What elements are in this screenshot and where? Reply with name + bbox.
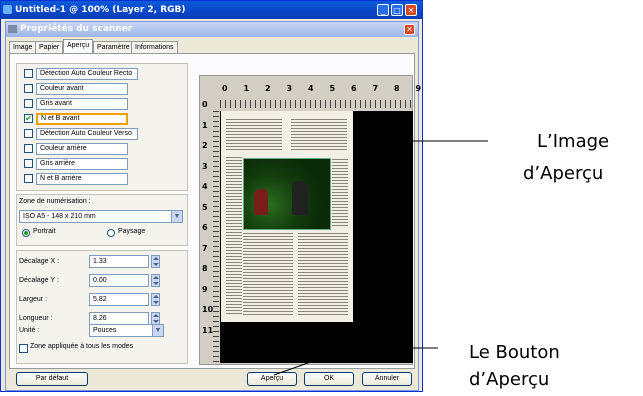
preview-button-callout-line2: d’Aperçu <box>469 369 550 390</box>
preview-image-callout-line1: L’Image <box>537 131 610 152</box>
callout-lines <box>273 140 488 376</box>
preview-button-callout-line <box>273 347 351 376</box>
preview-image-callout-line2: d’Aperçu <box>523 163 604 184</box>
preview-button-callout-line1: Le Bouton <box>469 342 560 363</box>
